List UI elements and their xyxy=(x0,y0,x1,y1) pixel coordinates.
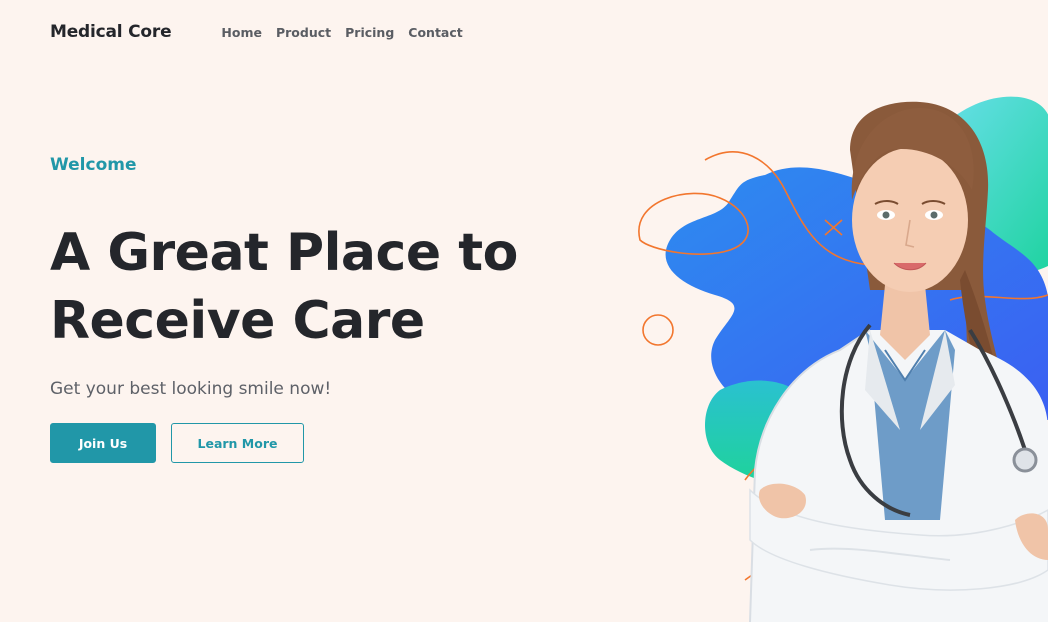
learn-more-button[interactable]: Learn More xyxy=(171,423,304,463)
hero-actions: Join Us Learn More xyxy=(50,423,610,463)
top-navigation: Medical Core Home Product Pricing Contac… xyxy=(50,22,463,42)
nav-link-product[interactable]: Product xyxy=(276,25,331,40)
nav-link-pricing[interactable]: Pricing xyxy=(345,25,394,40)
hero-illustration xyxy=(638,96,1048,622)
hero-section: Welcome A Great Place to Receive Care Ge… xyxy=(50,155,610,463)
nav-link-home[interactable]: Home xyxy=(221,25,262,40)
headline-line-1: A Great Place to xyxy=(50,223,518,283)
hero-tagline: Get your best looking smile now! xyxy=(50,379,332,399)
headline-line-2: Receive Care xyxy=(50,291,425,351)
nav-links: Home Product Pricing Contact xyxy=(221,25,462,40)
hero-eyebrow: Welcome xyxy=(50,155,137,175)
nav-link-contact[interactable]: Contact xyxy=(408,25,462,40)
hero-headline: A Great Place to Receive Care xyxy=(50,219,610,355)
brand-logo[interactable]: Medical Core xyxy=(50,22,172,42)
join-us-button[interactable]: Join Us xyxy=(50,423,156,463)
